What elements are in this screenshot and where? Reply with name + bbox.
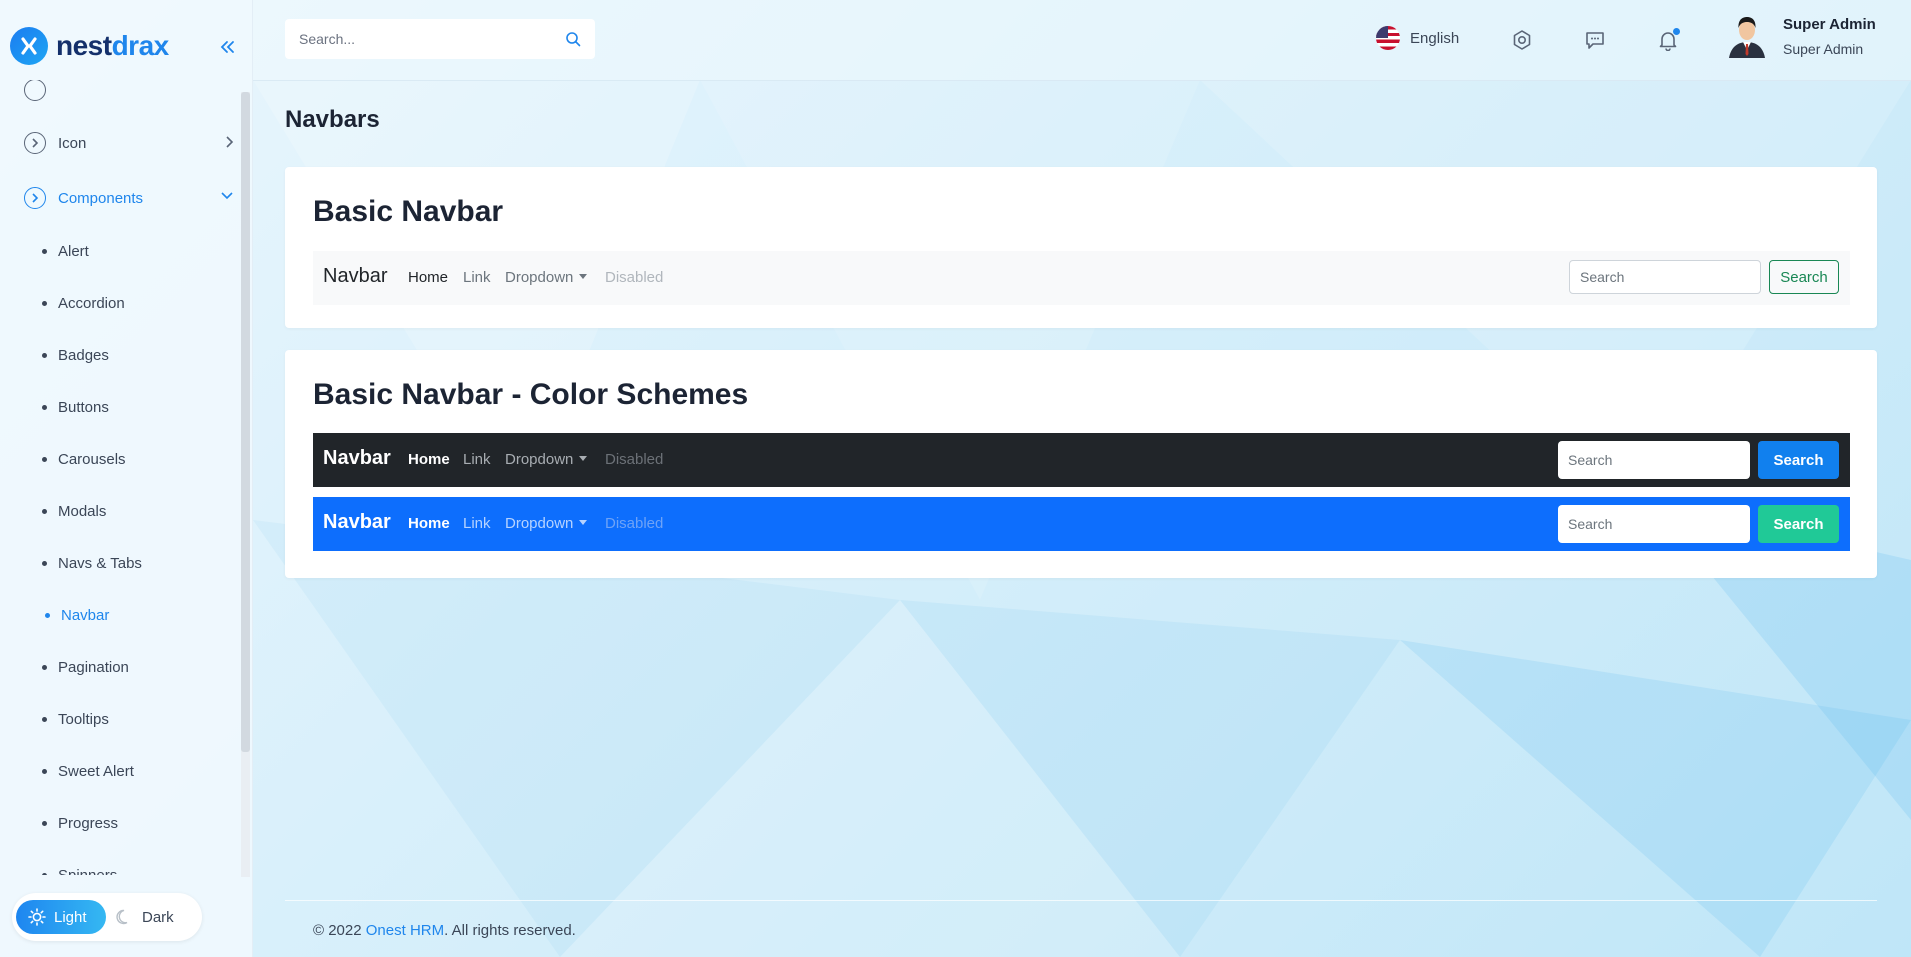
sidebar-menu: Icon Components Alert Accordion Badges B…	[0, 80, 240, 875]
footer-suffix: . All rights reserved.	[444, 922, 576, 939]
circle-chevron-icon	[24, 80, 46, 101]
card-title: Basic Navbar - Color Schemes	[313, 378, 749, 411]
nav-link-link[interactable]: Link	[463, 451, 491, 468]
header-search	[285, 19, 595, 59]
nav-link-home[interactable]: Home	[408, 515, 450, 532]
brand-part1: nest	[56, 30, 112, 61]
dark-label: Dark	[142, 908, 174, 926]
navbar-brand[interactable]: Navbar	[323, 447, 391, 470]
navbar-search-button[interactable]: Search	[1769, 260, 1839, 294]
sidebar-scrollbar[interactable]	[241, 92, 250, 877]
theme-toggle: Light Dark	[12, 893, 202, 941]
card-title: Basic Navbar	[313, 195, 504, 228]
user-menu[interactable]: Super Admin Super Admin	[1727, 14, 1876, 58]
brand-part2: drax	[111, 30, 170, 61]
caret-down-icon	[579, 273, 588, 279]
sidebar-item-label: Components	[58, 189, 144, 207]
sidebar-subitem-tooltips[interactable]: Tooltips	[42, 704, 109, 734]
double-chevron-left-icon	[220, 41, 234, 53]
sidebar-item-label: Icon	[58, 134, 87, 152]
sidebar-subitem-alert[interactable]: Alert	[42, 236, 89, 266]
sidebar-subitem-carousels[interactable]: Carousels	[42, 444, 126, 474]
sidebar-item-components[interactable]: Components	[24, 178, 234, 218]
top-header: English Super Admin Super Admin	[253, 0, 1911, 81]
sidebar-subitem-accordion[interactable]: Accordion	[42, 288, 125, 318]
collapse-sidebar-button[interactable]	[214, 34, 240, 60]
user-name: Super Admin	[1783, 15, 1876, 33]
nav-link-disabled: Disabled	[605, 515, 664, 532]
light-label: Light	[54, 908, 87, 926]
page-title: Navbars	[285, 106, 380, 133]
navbar-search-input[interactable]	[1569, 260, 1761, 294]
search-icon[interactable]	[565, 31, 581, 47]
sidebar-subitem-modals[interactable]: Modals	[42, 496, 106, 526]
circle-chevron-icon	[24, 132, 46, 154]
nav-link-home[interactable]: Home	[408, 269, 448, 286]
nav-link-home[interactable]: Home	[408, 451, 450, 468]
chat-button[interactable]	[1580, 25, 1610, 55]
us-flag-icon	[1376, 26, 1400, 50]
sidebar-subitem-spinners[interactable]: Spinners	[42, 860, 117, 875]
sidebar-subitem-pagination[interactable]: Pagination	[42, 652, 129, 682]
avatar	[1729, 17, 1765, 58]
navbar-search-input[interactable]	[1558, 505, 1750, 543]
moon-icon	[116, 909, 128, 925]
scrollbar-thumb[interactable]	[241, 92, 250, 752]
navbar-brand[interactable]: Navbar	[323, 511, 391, 534]
sidebar: nestdrax Icon Components Alert Accordion…	[0, 0, 253, 957]
sidebar-subitem-navbar[interactable]: Navbar	[45, 600, 109, 630]
sidebar-item-icon[interactable]: Icon	[24, 123, 234, 163]
settings-icon	[1513, 30, 1531, 50]
header-search-input[interactable]	[285, 30, 561, 48]
nav-link-dropdown[interactable]: Dropdown	[505, 451, 588, 468]
sun-icon	[28, 908, 46, 926]
nav-link-disabled: Disabled	[605, 269, 664, 286]
sidebar-subitem-progress[interactable]: Progress	[42, 808, 118, 838]
navbar-search-button[interactable]: Search	[1758, 505, 1839, 543]
brand-name: nestdrax	[56, 30, 169, 62]
dark-mode-button[interactable]: Dark	[116, 900, 196, 934]
sidebar-subitem-buttons[interactable]: Buttons	[42, 392, 109, 422]
user-role: Super Admin	[1783, 40, 1864, 57]
chevron-down-icon	[221, 192, 233, 200]
language-label: English	[1410, 29, 1460, 47]
nav-link-dropdown[interactable]: Dropdown	[505, 269, 588, 286]
notification-dot	[1673, 28, 1680, 35]
footer-copyright: © 2022	[313, 922, 366, 939]
sidebar-subitem-badges[interactable]: Badges	[42, 340, 109, 370]
sidebar-item-partial[interactable]	[24, 80, 234, 110]
nav-link-disabled: Disabled	[605, 451, 664, 468]
notifications-button[interactable]	[1653, 25, 1683, 55]
settings-button[interactable]	[1507, 25, 1537, 55]
basic-navbar-card: Basic Navbar Navbar Home Link Dropdown D…	[285, 167, 1877, 328]
chat-icon	[1586, 32, 1604, 49]
caret-down-icon	[579, 519, 588, 525]
sidebar-subitem-sweet-alert[interactable]: Sweet Alert	[42, 756, 134, 786]
navbar-search-input[interactable]	[1558, 441, 1750, 479]
demo-navbar-light: Navbar Home Link Dropdown Disabled Searc…	[313, 251, 1850, 305]
sidebar-subitem-navs-tabs[interactable]: Navs & Tabs	[42, 548, 142, 578]
logo[interactable]: nestdrax	[10, 26, 169, 66]
logo-badge-icon	[10, 27, 48, 65]
navbar-brand[interactable]: Navbar	[323, 265, 387, 288]
nav-link-link[interactable]: Link	[463, 269, 491, 286]
footer: © 2022 Onest HRM. All rights reserved.	[313, 922, 576, 939]
circle-chevron-icon	[24, 187, 46, 209]
light-mode-button[interactable]: Light	[16, 900, 106, 934]
color-schemes-card: Basic Navbar - Color Schemes Navbar Home…	[285, 350, 1877, 578]
caret-down-icon	[579, 455, 588, 461]
language-selector[interactable]: English	[1376, 26, 1459, 50]
footer-divider	[285, 900, 1877, 901]
nav-link-dropdown[interactable]: Dropdown	[505, 515, 588, 532]
demo-navbar-primary: Navbar Home Link Dropdown Disabled Searc…	[313, 497, 1850, 551]
demo-navbar-dark: Navbar Home Link Dropdown Disabled Searc…	[313, 433, 1850, 487]
navbar-search-button[interactable]: Search	[1758, 441, 1839, 479]
nav-link-link[interactable]: Link	[463, 515, 491, 532]
chevron-right-icon	[226, 136, 234, 148]
footer-link[interactable]: Onest HRM	[366, 922, 444, 939]
